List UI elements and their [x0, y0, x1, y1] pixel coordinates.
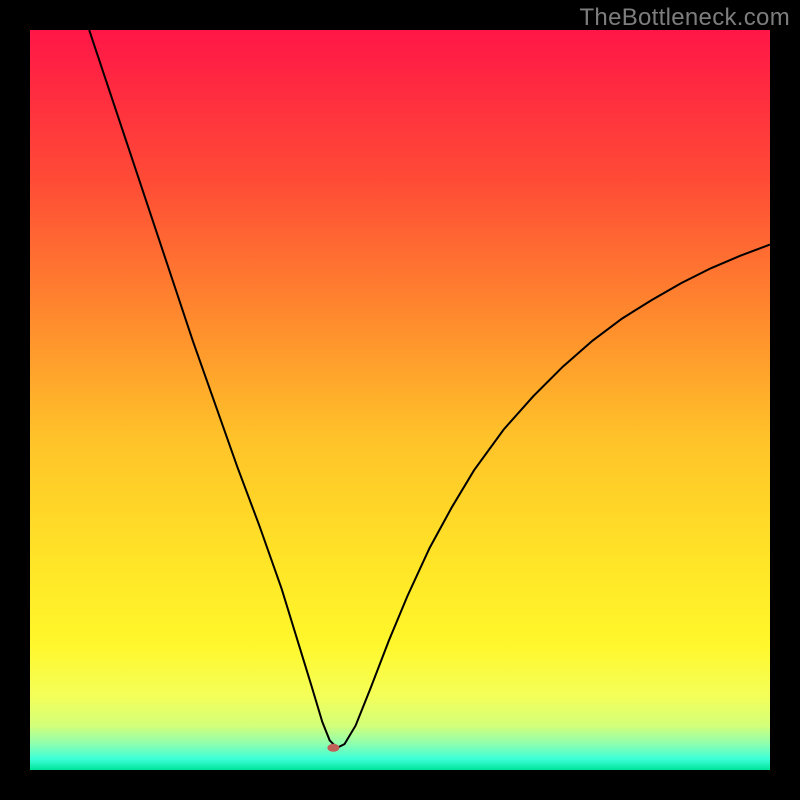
watermark-text: TheBottleneck.com — [579, 4, 790, 32]
chart-frame: TheBottleneck.com — [0, 0, 800, 800]
gradient-bg — [30, 30, 770, 770]
plot-area — [30, 30, 770, 770]
chart-svg — [30, 30, 770, 770]
minimum-marker — [327, 744, 339, 752]
